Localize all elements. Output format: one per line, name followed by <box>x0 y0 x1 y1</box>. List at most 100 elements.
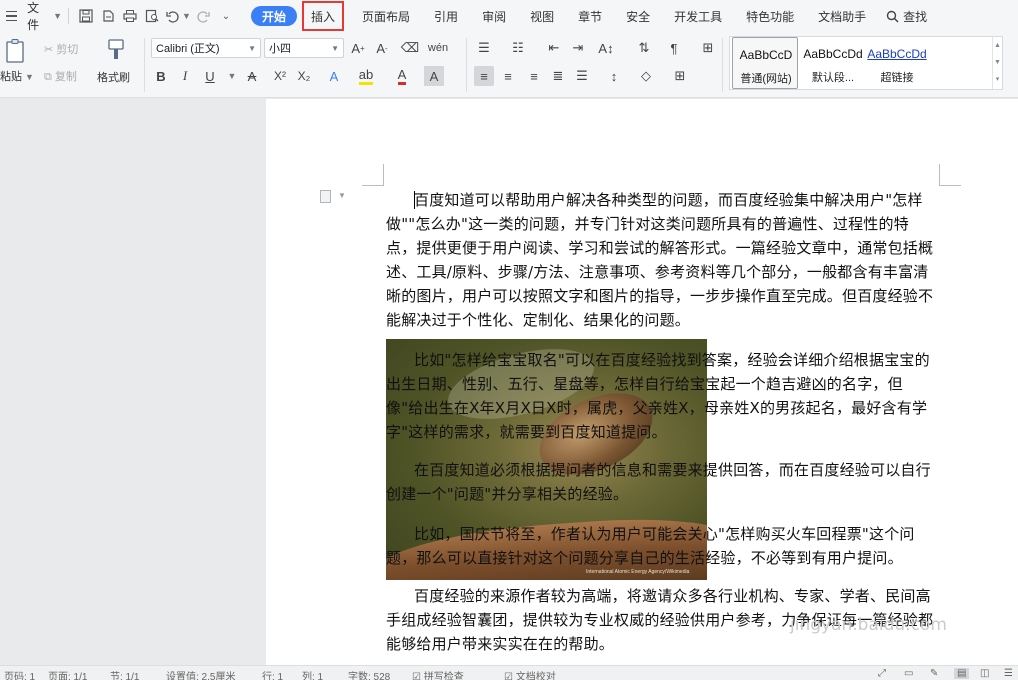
subscript-icon[interactable]: X₂ <box>294 66 314 86</box>
tab-insert[interactable]: 插入 <box>302 1 345 31</box>
save-icon[interactable] <box>75 5 97 27</box>
paragraph[interactable]: 比如"怎样给宝宝取名"可以在百度经验找到答案，经验会详细介绍根据宝宝的出生日期、… <box>386 348 939 444</box>
doc-check-button[interactable]: ☑ 文档校对 <box>504 668 556 680</box>
paragraph[interactable]: 百度知道可以帮助用户解决各种类型的问题，而百度经验集中解决用户"怎样做""怎么办… <box>386 188 939 332</box>
paste-button[interactable]: 粘贴 ▼ <box>0 68 34 84</box>
tab-review[interactable]: 审阅 <box>470 0 518 32</box>
chevron-down-icon: ▼ <box>331 43 339 53</box>
fullscreen-icon[interactable]: ⤢ <box>878 668 886 679</box>
edit-mode-icon[interactable]: ✎ <box>930 668 938 679</box>
search-label: 查找 <box>903 9 928 24</box>
status-setting[interactable]: 设置值: 2.5厘米 <box>166 668 235 680</box>
tab-special-features[interactable]: 特色功能 <box>734 0 806 32</box>
outline-view-icon[interactable]: ☰ <box>1004 668 1013 679</box>
styles-scroll[interactable]: ▲ ▼ ▾ <box>992 37 1002 89</box>
clear-format-icon[interactable]: ⌫ <box>400 38 420 58</box>
undo-icon[interactable]: ▼ <box>163 5 193 27</box>
tab-developer-tools[interactable]: 开发工具 <box>662 0 734 32</box>
bold-icon[interactable]: B <box>151 66 171 86</box>
align-right-icon[interactable]: ≡ <box>524 66 544 86</box>
grow-font-icon[interactable]: A + <box>348 38 368 58</box>
font-size-select[interactable]: 小四 ▼ <box>264 38 344 58</box>
web-view-icon[interactable]: ◫ <box>980 668 989 679</box>
status-page-code[interactable]: 页码: 1 <box>4 668 35 680</box>
shading-fill-icon[interactable]: ◇ <box>636 66 656 86</box>
read-mode-icon[interactable]: ▭ <box>904 668 913 679</box>
search-icon <box>886 10 899 23</box>
tab-page-layout[interactable]: 页面布局 <box>350 0 422 32</box>
chevron-down-icon: ▼ <box>248 43 256 53</box>
spell-check-button[interactable]: ☑ 拼写检查 <box>412 668 464 680</box>
tab-start[interactable]: 开始 <box>251 6 298 26</box>
page-view-icon[interactable]: ▤ <box>954 668 970 679</box>
status-word-count[interactable]: 字数: 528 <box>348 668 390 680</box>
character-shading-icon[interactable]: A <box>424 66 444 86</box>
customize-toolbar-icon[interactable]: ⌄ <box>215 5 237 27</box>
chevron-down-icon[interactable]: ▼ <box>222 66 242 86</box>
tab-references[interactable]: 引用 <box>422 0 470 32</box>
sort-icon[interactable]: ⇅ <box>634 38 654 58</box>
chevron-down-icon: ▼ <box>338 191 346 200</box>
paragraph-layout-icon[interactable] <box>320 190 331 203</box>
style-name: 默认段... <box>811 72 855 84</box>
highlight-color-icon[interactable]: ab <box>356 66 376 86</box>
italic-icon[interactable]: I <box>175 66 195 86</box>
print-preview-icon[interactable] <box>141 5 163 27</box>
cut-label: 剪切 <box>56 44 79 56</box>
superscript-icon[interactable]: X² <box>270 66 290 86</box>
show-marks-icon[interactable]: ¶ <box>664 38 684 58</box>
status-col[interactable]: 列: 1 <box>302 668 323 680</box>
redo-icon[interactable] <box>193 5 215 27</box>
pinyin-guide-icon[interactable]: wén <box>428 38 448 58</box>
file-menu[interactable]: 文件 ▼ <box>0 0 62 32</box>
text-effect-icon[interactable]: A <box>324 66 344 86</box>
paragraph[interactable]: 在百度知道必须根据提问者的信息和需要来提供回答，而在百度经验可以自行创建一个"问… <box>386 458 939 506</box>
font-color-icon[interactable]: A <box>392 66 412 86</box>
style-normal-web[interactable]: AaBbCcD 普通(网站) <box>732 37 798 89</box>
text-cursor <box>414 191 415 209</box>
hamburger-icon <box>6 10 23 22</box>
tab-document-helper[interactable]: 文档助手 <box>806 0 878 32</box>
paste-icon[interactable] <box>4 38 30 64</box>
paragraph[interactable]: 比如，国庆节将至，作者认为用户可能会关心"怎样购买火车回程票"这个问题，那么可以… <box>386 522 939 570</box>
search-tab[interactable]: 查找 <box>878 0 935 32</box>
font-size-value: 小四 <box>269 43 291 55</box>
status-row[interactable]: 行: 1 <box>262 668 283 680</box>
bullet-list-icon[interactable]: ☰ <box>474 38 494 58</box>
style-name: 普通(网站) <box>740 73 792 85</box>
font-name-value: Calibri (正文) <box>156 43 220 55</box>
borders-icon[interactable]: ⊞ <box>670 66 690 86</box>
status-section[interactable]: 节: 1/1 <box>110 668 139 680</box>
cut-button[interactable]: ✂ 剪切 <box>44 41 78 57</box>
ribbon-toolbar: 粘贴 ▼ ✂ 剪切 ⧉ 复制 格式刷 Calibri (正文) ▼ 小四 ▼ A + A… <box>0 32 1018 98</box>
numbered-list-icon[interactable]: ☷ <box>508 38 528 58</box>
style-name: 超链接 <box>880 72 914 84</box>
print-icon[interactable] <box>119 5 141 27</box>
strikethrough-icon[interactable]: A <box>242 66 262 86</box>
decrease-indent-icon[interactable]: ⇤ <box>544 38 564 58</box>
style-hyperlink[interactable]: AaBbCcDd 超链接 <box>864 37 930 89</box>
copy-button[interactable]: ⧉ 复制 <box>44 68 77 84</box>
divider <box>466 38 467 92</box>
tab-section[interactable]: 章节 <box>566 0 614 32</box>
status-pages[interactable]: 页面: 1/1 <box>48 668 87 680</box>
style-default-paragraph[interactable]: AaBbCcDd 默认段... <box>800 37 866 89</box>
format-painter-icon[interactable] <box>105 38 127 62</box>
tab-security[interactable]: 安全 <box>614 0 662 32</box>
shrink-font-icon[interactable]: A- <box>372 38 392 58</box>
document-page[interactable]: ▼ International Atomic Energy Agency/Wik… <box>266 99 1018 665</box>
distributed-align-icon[interactable]: ☰ <box>572 66 592 86</box>
align-left-icon[interactable]: ≡ <box>474 66 494 86</box>
change-case-icon[interactable]: A↕ <box>596 38 616 58</box>
font-name-select[interactable]: Calibri (正文) ▼ <box>151 38 261 58</box>
underline-icon[interactable]: U <box>200 66 220 86</box>
align-center-icon[interactable]: ≡ <box>498 66 518 86</box>
format-painter-button[interactable]: 格式刷 <box>97 69 130 85</box>
justify-icon[interactable]: ≣ <box>548 66 568 86</box>
increase-indent-icon[interactable]: ⇥ <box>568 38 588 58</box>
line-spacing-icon[interactable]: ↕ <box>604 66 624 86</box>
tab-view[interactable]: 视图 <box>518 0 566 32</box>
table-borders-icon[interactable]: ⊞ <box>698 38 718 58</box>
export-pdf-icon[interactable] <box>97 5 119 27</box>
menu-bar: 文件 ▼ ▼ ⌄ 开始 插入 页面布局 引用 审阅 视图 章节 安全 开发工具 … <box>0 0 1018 32</box>
